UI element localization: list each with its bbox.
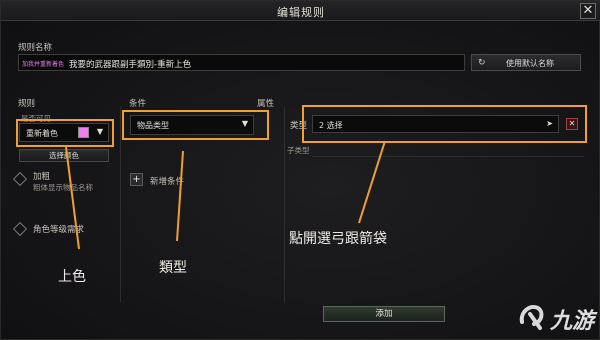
callout-lines xyxy=(65,140,386,250)
highlight-box-type xyxy=(122,110,269,140)
watermark-text: 九游 xyxy=(550,309,595,334)
column-divider xyxy=(284,107,285,302)
add-condition-label: 新增条件 xyxy=(150,177,185,187)
bold-label: 加粗 xyxy=(33,172,51,182)
conditions-header: 条件 xyxy=(129,99,147,109)
subtype-label: 子类型 xyxy=(287,146,310,155)
level-requirement-label: 角色等级需求 xyxy=(33,225,85,235)
use-default-name-button[interactable]: ↻ 使用默认名称 xyxy=(471,54,581,71)
highlight-box-color xyxy=(16,119,114,147)
select-color-button[interactable]: 选择颜色 xyxy=(19,149,109,162)
add-button[interactable]: 添加 xyxy=(323,306,445,322)
highlight-box-bow xyxy=(302,105,587,143)
annotation-bow: 點開選弓跟箭袋 xyxy=(289,231,387,247)
bold-checkbox[interactable] xyxy=(12,171,28,187)
title-bar: 编辑规则 ✕ xyxy=(1,1,600,21)
callout-line-type xyxy=(176,150,184,242)
rule-name-value: 我要的武器跟副手類別-重新上色 xyxy=(69,60,192,70)
level-requirement-checkbox[interactable] xyxy=(12,221,28,237)
add-condition-button[interactable]: + xyxy=(130,173,143,186)
use-default-name-label: 使用默认名称 xyxy=(506,59,554,68)
close-button[interactable]: ✕ xyxy=(580,3,596,19)
bold-description: 粗体显示物品名称 xyxy=(33,183,93,192)
attributes-header: 属性 xyxy=(257,99,275,109)
rules-header: 规则 xyxy=(18,99,36,109)
dialog-title: 编辑规则 xyxy=(277,6,325,19)
rule-name-input[interactable]: 加我并重新着色 我要的武器跟副手類別-重新上色 xyxy=(18,54,465,71)
column-divider xyxy=(120,107,121,302)
refresh-icon: ↻ xyxy=(478,58,486,68)
edit-rule-dialog: 编辑规则 ✕ 规则名称 加我并重新着色 我要的武器跟副手類別-重新上色 ↻ 使用… xyxy=(0,0,600,340)
annotation-type: 類型 xyxy=(159,260,187,276)
rule-name-label: 规则名称 xyxy=(18,43,53,53)
rule-name-tag: 加我并重新着色 xyxy=(22,61,65,68)
watermark-logo-icon xyxy=(519,305,544,330)
subtype-field[interactable] xyxy=(312,143,584,157)
annotation-color: 上色 xyxy=(58,269,86,285)
